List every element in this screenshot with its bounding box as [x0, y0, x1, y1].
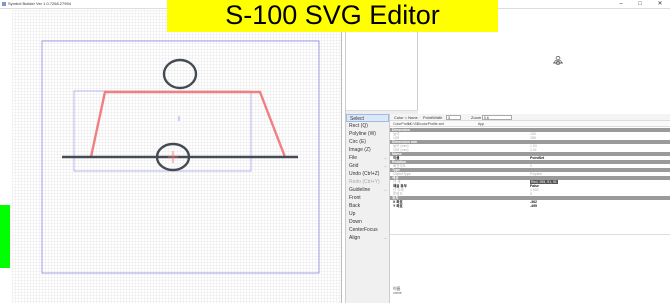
- sidebar-item-label: Image (Z): [349, 147, 371, 153]
- canvas-drawing: [41, 40, 320, 274]
- guideline-menu-button[interactable]: Guideline →: [346, 186, 389, 194]
- circle-tool-button[interactable]: Circ (E): [346, 138, 389, 146]
- sidebar-item-label: Grid: [349, 163, 359, 169]
- zoom-label: Zoom: [471, 115, 482, 120]
- back-button[interactable]: Back: [346, 202, 389, 210]
- preview-trapezoid: [553, 60, 563, 64]
- color-profile-bar: ColorProfile C:\SB\colorProfile.xml App: [390, 121, 670, 127]
- sidebar-item-label: Undo (Ctrl+Z): [349, 171, 380, 177]
- description-text: name: [393, 291, 402, 295]
- polyline-tool-button[interactable]: Polyline (W): [346, 130, 389, 138]
- zoom-select[interactable]: 0.6: [482, 115, 512, 120]
- window-title: Symbol Builder Ver 1.0.7268.27954: [8, 1, 71, 6]
- top-toolbar: Color = None PointWidth 3 Zoom 0.6: [390, 114, 670, 121]
- top-circle[interactable]: [162, 58, 198, 90]
- color-profile-path[interactable]: C:\SB\colorProfile.xml: [410, 122, 444, 126]
- undo-button[interactable]: Undo (Ctrl+Z): [346, 170, 389, 178]
- sidebar-item-label: Guideline: [349, 187, 371, 193]
- redo-button[interactable]: Redo (Ctrl+Y): [346, 178, 389, 186]
- selection-bounds: [73, 90, 252, 172]
- preview-top-circle: [555, 56, 561, 60]
- file-menu-button[interactable]: File →: [346, 154, 389, 162]
- rect-tool-button[interactable]: Rect (Q): [346, 122, 389, 130]
- prop-row[interactable]: Y 좌표 -495: [390, 204, 670, 208]
- title-banner: S-100 SVG Editor: [167, 0, 498, 32]
- property-grid: Dimension 높이 150 너비 285 Dimension mm 높이 (m…: [390, 128, 670, 234]
- maximize-button[interactable]: □: [633, 0, 647, 9]
- trapezoid-polyline[interactable]: [89, 90, 287, 158]
- sidebar-item-label: Redo (Ctrl+Y): [349, 179, 380, 185]
- image-tool-button[interactable]: Image (Z): [346, 146, 389, 154]
- sidebar-item-label: Back: [349, 203, 361, 209]
- arrow-right-icon: →: [383, 155, 387, 160]
- minimize-button[interactable]: –: [614, 0, 628, 9]
- arrow-right-icon: →: [383, 187, 387, 192]
- point-width-label: PointWidth: [423, 115, 443, 120]
- close-button[interactable]: ✕: [653, 0, 667, 9]
- arrow-right-icon: →: [383, 235, 387, 240]
- point-width-select[interactable]: 3: [446, 115, 461, 120]
- prop-key: Y 좌표: [393, 204, 403, 208]
- sidebar-item-label: Front: [349, 195, 361, 201]
- arrow-right-icon: →: [383, 163, 387, 168]
- sidebar-item-label: File: [349, 155, 358, 161]
- down-button[interactable]: Down: [346, 218, 389, 226]
- property-description: 이름 name: [390, 234, 670, 303]
- app-icon: [2, 2, 6, 6]
- green-marker: [0, 205, 10, 268]
- drawing-canvas[interactable]: [12, 10, 342, 303]
- grid-menu-button[interactable]: Grid →: [346, 162, 389, 170]
- select-tool-button[interactable]: Select: [346, 114, 389, 122]
- prop-value[interactable]: -495: [530, 204, 537, 208]
- up-button[interactable]: Up: [346, 210, 389, 218]
- front-button[interactable]: Front: [346, 194, 389, 202]
- sidebar-item-label: CenterFocus: [349, 227, 378, 233]
- sidebar-item-label: Align: [349, 235, 361, 241]
- sidebar-item-label: Circ (E): [349, 139, 366, 145]
- center-focus-button[interactable]: CenterFocus: [346, 226, 389, 234]
- align-menu-button[interactable]: Align →: [346, 234, 389, 242]
- color-label[interactable]: Color = None: [394, 115, 418, 120]
- sidebar-item-label: Down: [349, 219, 362, 225]
- sidebar-item-label: Polyline (W): [349, 131, 376, 137]
- sidebar-item-label: Rect (Q): [349, 123, 368, 129]
- tool-sidebar: Select Rect (Q) Polyline (W) Circ (E) Im…: [345, 114, 390, 303]
- color-profile-label: ColorProfile: [393, 122, 412, 126]
- apply-button[interactable]: App: [478, 122, 484, 126]
- sidebar-item-label: Up: [349, 211, 356, 217]
